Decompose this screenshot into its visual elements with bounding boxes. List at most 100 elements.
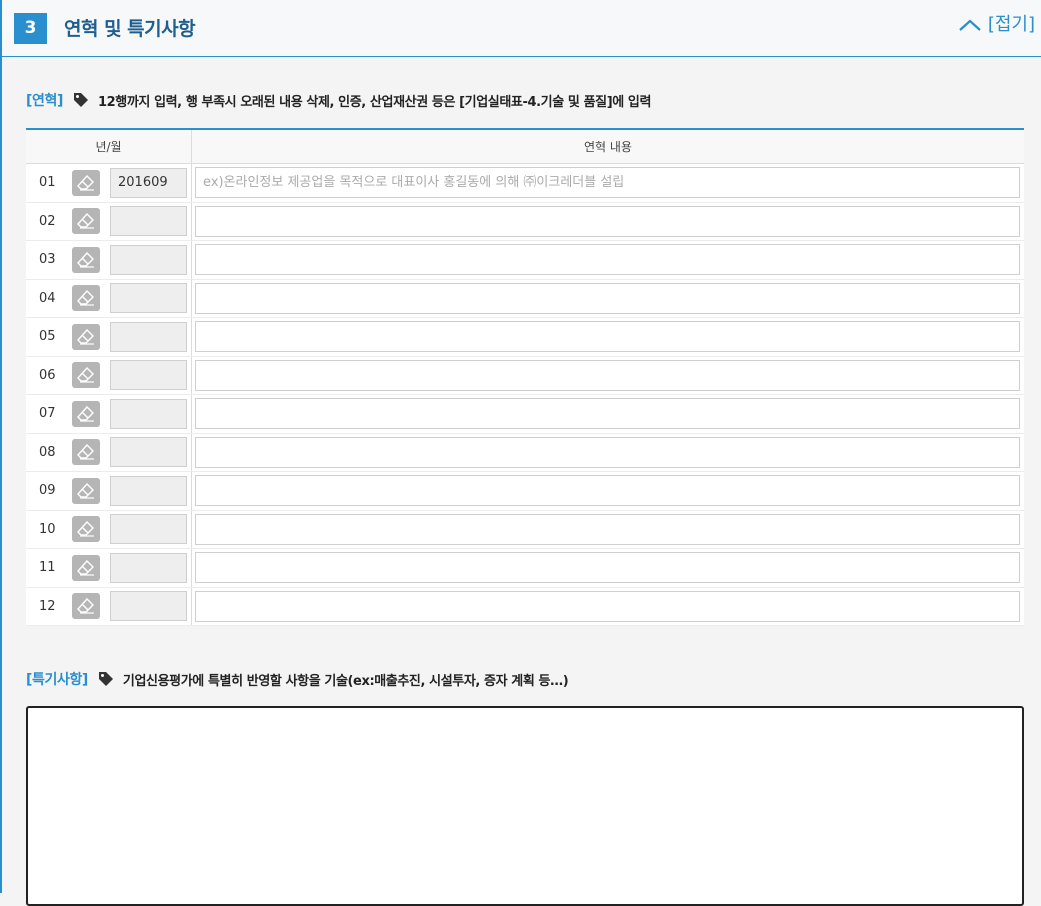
section-title: 연혁 및 특기사항 xyxy=(64,18,196,40)
eraser-icon xyxy=(77,598,94,614)
eraser-button[interactable] xyxy=(72,477,100,504)
history-table: 년/월 연혁 내용 01 201609 ex)온라인정보 제공업을 목적으로 대표이… xyxy=(26,128,1024,626)
year-month-input[interactable] xyxy=(110,206,187,237)
eraser-button[interactable] xyxy=(72,323,100,350)
year-month-input[interactable] xyxy=(110,475,187,506)
eraser-button[interactable] xyxy=(72,285,100,312)
eraser-icon xyxy=(77,367,94,383)
year-month-input[interactable] xyxy=(110,244,187,275)
table-row: 10 xyxy=(26,510,1024,549)
table-row: 06 xyxy=(26,356,1024,395)
eraser-button[interactable] xyxy=(72,516,100,543)
eraser-icon xyxy=(77,290,94,306)
year-month-input[interactable] xyxy=(110,360,187,391)
history-content-input[interactable] xyxy=(195,282,1020,314)
table-row: 09 xyxy=(26,472,1024,511)
table-row: 03 xyxy=(26,241,1024,280)
year-month-input[interactable] xyxy=(110,437,187,468)
table-row: 12 xyxy=(26,587,1024,626)
row-number: 03 xyxy=(39,252,56,268)
history-content-input[interactable] xyxy=(195,359,1020,391)
eraser-button[interactable] xyxy=(72,554,100,581)
row-number: 09 xyxy=(39,483,56,499)
eraser-button[interactable] xyxy=(72,246,100,273)
column-header-year-month: 년/월 xyxy=(26,130,192,163)
row-number: 10 xyxy=(39,521,56,537)
year-month-cell: 09 xyxy=(26,472,192,510)
year-month-cell: 01 201609 xyxy=(26,164,192,202)
eraser-icon xyxy=(77,174,94,191)
year-month-input[interactable] xyxy=(110,591,187,622)
history-instruction: 12행까지 입력, 행 부족시 오래된 내용 삭제, 인증, 산업재산권 등은 … xyxy=(97,94,652,110)
tag-icon xyxy=(98,671,114,687)
row-number: 08 xyxy=(39,444,56,460)
year-month-input[interactable] xyxy=(110,514,187,545)
year-month-cell: 06 xyxy=(26,356,192,394)
section-header: 3 연혁 및 특기사항 [접기] xyxy=(2,0,1041,57)
eraser-icon xyxy=(77,405,94,422)
eraser-icon xyxy=(77,559,94,576)
row-number: 12 xyxy=(39,598,56,614)
table-row: 04 xyxy=(26,279,1024,318)
year-month-input[interactable]: 201609 xyxy=(110,167,187,198)
row-number: 01 xyxy=(39,175,56,191)
year-month-cell: 02 xyxy=(26,202,192,240)
history-content-input[interactable] xyxy=(195,436,1020,468)
row-number: 05 xyxy=(39,329,56,345)
eraser-icon xyxy=(77,521,94,537)
table-row: 07 xyxy=(26,395,1024,434)
table-row: 11 xyxy=(26,549,1024,588)
history-content-input[interactable] xyxy=(195,513,1020,545)
tag-icon xyxy=(73,92,89,108)
special-tag: [특기사항] xyxy=(26,672,88,688)
eraser-button[interactable] xyxy=(72,593,100,620)
special-label: [특기사항] 기업신용평가에 특별히 반영할 사항을 기술(ex:매출추진, 시… xyxy=(26,669,569,689)
history-content-input[interactable] xyxy=(195,475,1020,507)
year-month-cell: 12 xyxy=(26,587,192,625)
row-number: 02 xyxy=(39,213,56,229)
history-content-input[interactable] xyxy=(195,552,1020,584)
history-content-input[interactable] xyxy=(195,590,1020,622)
eraser-button[interactable] xyxy=(72,439,100,466)
year-month-cell: 07 xyxy=(26,395,192,433)
year-month-cell: 11 xyxy=(26,549,192,587)
eraser-icon xyxy=(77,482,94,499)
history-content-input[interactable] xyxy=(195,398,1020,430)
history-tag: [연혁] xyxy=(26,93,63,109)
year-month-cell: 05 xyxy=(26,318,192,356)
row-number: 07 xyxy=(39,406,56,422)
table-row: 05 xyxy=(26,318,1024,357)
history-content-input[interactable]: ex)온라인정보 제공업을 목적으로 대표이사 홍길동에 의해 ㈜이크레더블 설… xyxy=(195,167,1020,199)
row-number: 11 xyxy=(39,560,56,576)
special-notes-textarea[interactable] xyxy=(26,706,1024,906)
eraser-button[interactable] xyxy=(72,208,100,235)
history-content-input[interactable] xyxy=(195,321,1020,353)
eraser-icon xyxy=(77,444,94,460)
year-month-cell: 03 xyxy=(26,241,192,279)
section-number-badge: 3 xyxy=(14,13,47,44)
section-panel: 3 연혁 및 특기사항 [접기] [연혁] 12행까지 입력, 행 부족시 오래… xyxy=(0,0,1041,906)
collapse-button[interactable]: [접기] xyxy=(958,10,1035,36)
year-month-cell: 08 xyxy=(26,433,192,471)
history-content-input[interactable] xyxy=(195,244,1020,276)
special-instruction: 기업신용평가에 특별히 반영할 사항을 기술(ex:매출추진, 시설투자, 증자… xyxy=(122,673,569,689)
table-row: 08 xyxy=(26,433,1024,472)
row-number: 04 xyxy=(39,290,56,306)
eraser-button[interactable] xyxy=(72,169,100,196)
year-month-cell: 10 xyxy=(26,510,192,548)
year-month-input[interactable] xyxy=(110,321,187,352)
history-label: [연혁] 12행까지 입력, 행 부족시 오래된 내용 삭제, 인증, 산업재산… xyxy=(26,90,651,110)
history-content-input[interactable] xyxy=(195,205,1020,237)
chevron-up-icon xyxy=(959,19,981,31)
year-month-input[interactable] xyxy=(110,552,187,583)
table-row: 02 xyxy=(26,202,1024,241)
eraser-button[interactable] xyxy=(72,400,100,427)
history-table-header: 년/월 연혁 내용 xyxy=(26,130,1024,164)
row-number: 06 xyxy=(39,367,56,383)
table-row: 01 201609 ex)온라인정보 제공업을 목적으로 대표이사 홍길동에 의해 … xyxy=(26,164,1024,203)
eraser-button[interactable] xyxy=(72,362,100,389)
eraser-icon xyxy=(77,328,94,345)
year-month-input[interactable] xyxy=(110,398,187,429)
year-month-cell: 04 xyxy=(26,279,192,317)
year-month-input[interactable] xyxy=(110,283,187,314)
